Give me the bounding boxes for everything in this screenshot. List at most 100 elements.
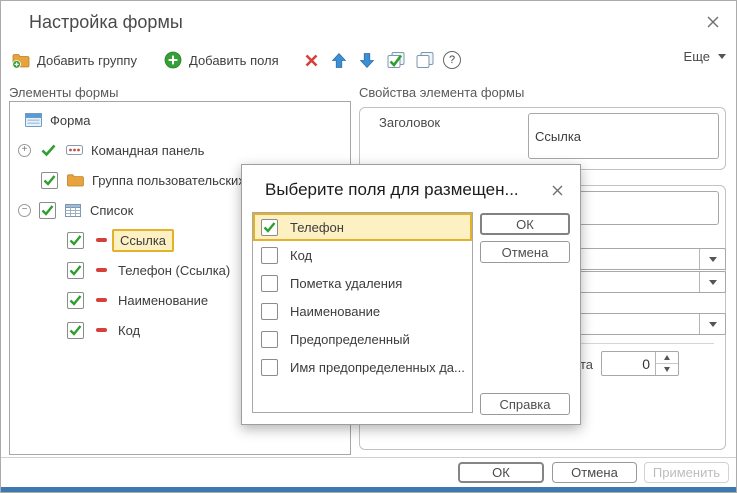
modal-cancel-button[interactable]: Отмена	[480, 241, 570, 263]
spin-up-button[interactable]	[656, 352, 678, 363]
tree-item-label: Код	[118, 323, 140, 338]
help-icon: ?	[443, 51, 461, 69]
field-label: Предопределенный	[290, 332, 410, 347]
close-button[interactable]	[702, 11, 724, 33]
field-row-imya-predopredelennykh[interactable]: Имя предопределенных да...	[253, 353, 472, 381]
field-icon	[92, 232, 110, 248]
checkbox-unchecked-icon[interactable]	[261, 359, 278, 376]
field-icon	[92, 262, 110, 278]
field-label: Имя предопределенных да...	[290, 360, 465, 375]
tree-item-label: Командная панель	[91, 143, 204, 158]
field-label: Код	[290, 248, 312, 263]
close-icon	[706, 15, 720, 29]
tree-item-command-bar[interactable]: + Командная панель	[10, 136, 350, 164]
delete-button[interactable]	[301, 47, 321, 73]
checkbox-checked-icon[interactable]	[67, 292, 84, 309]
tree-item-label: Наименование	[118, 293, 208, 308]
spin-down-button[interactable]	[656, 363, 678, 375]
window-bottom-accent	[1, 487, 736, 492]
tree-item-label: Форма	[50, 113, 91, 128]
checkbox-checked-icon[interactable]	[67, 232, 84, 249]
arrow-up-icon	[329, 50, 349, 70]
check-all-icon	[386, 50, 406, 70]
height-label: та	[580, 357, 593, 372]
checkbox-checked-icon[interactable]	[67, 322, 84, 339]
field-row-naimenovanie[interactable]: Наименование	[253, 297, 472, 325]
field-label: Наименование	[290, 304, 380, 319]
field-label: Пометка удаления	[290, 276, 402, 291]
close-icon	[551, 184, 564, 197]
right-panel-title: Свойства элемента формы	[359, 85, 524, 100]
checkbox-checked-icon[interactable]	[261, 219, 278, 236]
chevron-down-icon[interactable]	[699, 249, 725, 269]
apply-button[interactable]: Применить	[644, 462, 729, 483]
modal-title: Выберите поля для размещен...	[265, 180, 519, 200]
ok-button[interactable]: ОК	[458, 462, 544, 483]
fields-list: Телефон Код Пометка удаления Наименовани…	[252, 212, 473, 413]
checkbox-checked-icon[interactable]	[39, 202, 56, 219]
folder-plus-icon	[11, 50, 31, 70]
dialog-title: Настройка формы	[29, 12, 183, 33]
checkbox-checked-icon[interactable]	[67, 262, 84, 279]
checkbox-unchecked-icon[interactable]	[261, 303, 278, 320]
spin-down-icon	[664, 367, 670, 372]
header-label: Заголовок	[379, 115, 440, 130]
tree-item-label: Список	[90, 203, 133, 218]
checkbox-unchecked-icon[interactable]	[261, 275, 278, 292]
uncheck-all-icon	[415, 50, 435, 70]
chevron-down-icon[interactable]	[699, 272, 725, 292]
height-value-input[interactable]	[602, 352, 655, 375]
more-label: Еще	[684, 49, 710, 64]
help-button[interactable]: ?	[443, 47, 461, 73]
chevron-down-icon	[718, 54, 726, 59]
toolbar: Добавить группу Добавить поля	[1, 47, 736, 77]
field-label: Телефон	[290, 220, 344, 235]
checkbox-checked-icon[interactable]	[41, 172, 58, 189]
tree-item-label: Телефон (Ссылка)	[118, 263, 230, 278]
checkbox-unchecked-icon[interactable]	[261, 247, 278, 264]
modal-ok-button[interactable]: ОК	[480, 213, 570, 235]
tree-item-form[interactable]: Форма	[10, 106, 350, 134]
move-up-button[interactable]	[329, 47, 349, 73]
delete-x-icon	[301, 50, 321, 70]
expand-icon[interactable]: +	[18, 144, 31, 157]
field-row-telefon[interactable]: Телефон	[253, 213, 472, 241]
table-icon	[64, 202, 82, 218]
spinner-buttons	[655, 352, 678, 375]
spin-up-icon	[664, 355, 670, 360]
tree-item-label-selected: Ссылка	[112, 229, 174, 252]
title-bar: Настройка формы	[1, 1, 736, 45]
uncheck-all-button[interactable]	[415, 47, 435, 73]
collapse-icon[interactable]: −	[18, 204, 31, 217]
check-all-button[interactable]	[386, 47, 406, 73]
add-group-button[interactable]: Добавить группу	[11, 47, 137, 73]
chevron-down-icon[interactable]	[699, 314, 725, 334]
left-panel-title: Элементы формы	[9, 85, 118, 100]
footer-separator	[1, 457, 736, 458]
header-input[interactable]	[528, 113, 719, 159]
field-row-predopredelenny[interactable]: Предопределенный	[253, 325, 472, 353]
move-down-button[interactable]	[357, 47, 377, 73]
field-icon	[92, 292, 110, 308]
field-row-kod[interactable]: Код	[253, 241, 472, 269]
add-group-label: Добавить группу	[37, 53, 137, 68]
field-row-pometka[interactable]: Пометка удаления	[253, 269, 472, 297]
command-bar-icon	[65, 142, 83, 158]
add-fields-button[interactable]: Добавить поля	[163, 47, 279, 73]
modal-help-button[interactable]: Справка	[480, 393, 570, 415]
tree-item-label: Группа пользовательских	[92, 173, 245, 188]
plus-circle-icon	[163, 50, 183, 70]
add-fields-label: Добавить поля	[189, 53, 279, 68]
folder-icon	[66, 172, 84, 188]
form-icon	[24, 112, 42, 128]
height-spinner[interactable]	[601, 351, 679, 376]
arrow-down-icon	[357, 50, 377, 70]
select-fields-dialog: Выберите поля для размещен... Телефон Ко…	[241, 164, 581, 425]
field-icon	[92, 322, 110, 338]
more-button[interactable]: Еще	[684, 49, 726, 64]
cancel-button[interactable]: Отмена	[552, 462, 637, 483]
form-settings-dialog: Настройка формы Добавить группу	[0, 0, 737, 493]
checkbox-unchecked-icon[interactable]	[261, 331, 278, 348]
modal-close-button[interactable]	[547, 180, 567, 200]
check-mark-icon[interactable]	[39, 142, 57, 158]
